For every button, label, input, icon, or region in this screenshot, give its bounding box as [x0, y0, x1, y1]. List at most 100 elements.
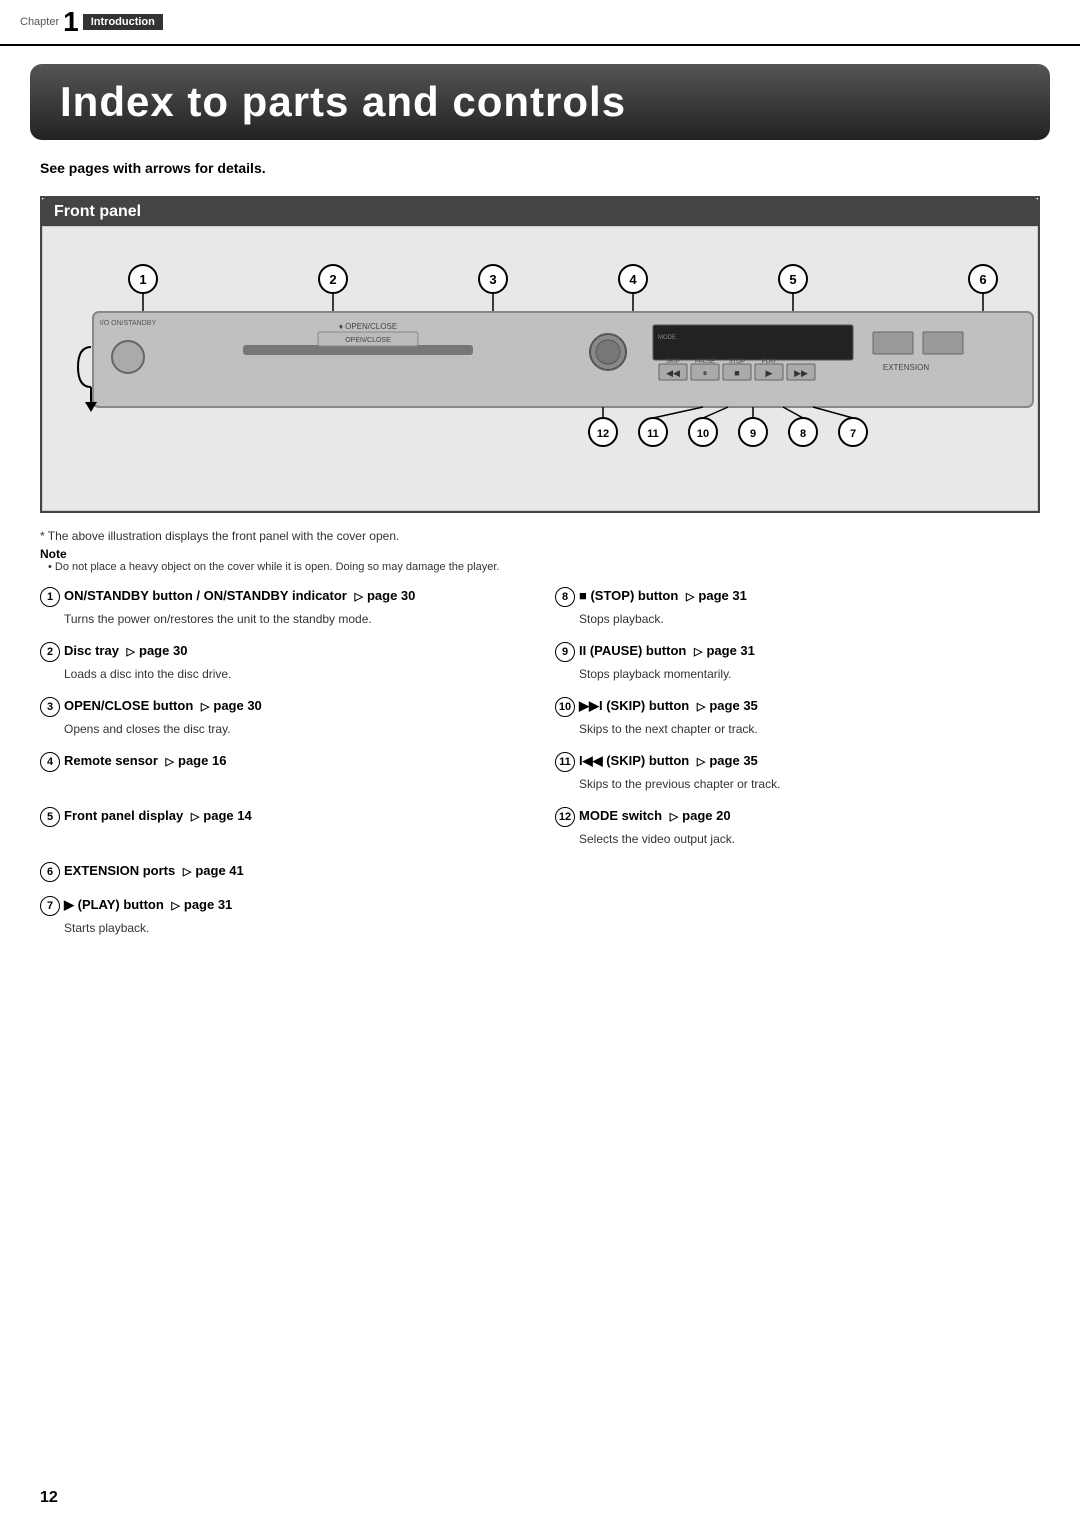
- item-title: 6 EXTENSION ports ▷ page 41: [40, 862, 525, 882]
- svg-text:PAUSE: PAUSE: [695, 359, 715, 365]
- item-title: 8■ (STOP) button ▷ page 31: [555, 587, 1040, 607]
- list-item: [555, 862, 1040, 882]
- svg-text:6: 6: [979, 272, 986, 287]
- item-label: I◀◀ (SKIP) button: [579, 753, 693, 769]
- svg-text:◀◀: ◀◀: [666, 368, 680, 378]
- svg-text:■: ■: [734, 368, 739, 378]
- page-arrow-icon: ▷: [166, 755, 174, 768]
- page-arrow-icon: ▷: [191, 810, 199, 823]
- list-item: 4 Remote sensor ▷ page 16: [40, 752, 525, 793]
- main-content: See pages with arrows for details. Front…: [0, 160, 1080, 951]
- item-label: ON/STANDBY button / ON/STANDBY indicator: [64, 588, 351, 603]
- item-number: 9: [555, 642, 575, 662]
- item-label: MODE switch: [579, 808, 666, 823]
- subtitle: See pages with arrows for details.: [40, 160, 1040, 176]
- page-arrow-icon: ▷: [201, 700, 209, 713]
- item-description: Loads a disc into the disc drive.: [64, 665, 525, 683]
- item-page-ref: page 30: [213, 698, 261, 713]
- item-page-ref: page 35: [709, 753, 757, 768]
- svg-text:10: 10: [697, 428, 709, 440]
- item-label: ▶ (PLAY) button: [64, 897, 167, 913]
- item-title: 4 Remote sensor ▷ page 16: [40, 752, 525, 772]
- item-number: 2: [40, 642, 60, 662]
- chapter-label: Chapter: [20, 16, 59, 28]
- item-number: 12: [555, 807, 575, 827]
- svg-text:▶▶: ▶▶: [794, 368, 808, 378]
- svg-text:PLAY: PLAY: [762, 359, 777, 365]
- page-number: 12: [40, 1489, 58, 1507]
- svg-text:I/O ON/STANDBY: I/O ON/STANDBY: [100, 320, 157, 327]
- intro-label: Introduction: [83, 14, 163, 30]
- item-label: Front panel display: [64, 808, 187, 823]
- item-description: Starts playback.: [64, 919, 525, 937]
- svg-text:EXTENSION: EXTENSION: [883, 363, 929, 372]
- item-page-ref: page 30: [139, 643, 187, 658]
- item-label: II (PAUSE) button: [579, 643, 690, 658]
- svg-text:STOP: STOP: [729, 359, 745, 365]
- item-number: 4: [40, 752, 60, 772]
- item-number: 5: [40, 807, 60, 827]
- item-page-ref: page 31: [706, 643, 754, 658]
- page-arrow-icon: ▷: [183, 865, 191, 878]
- svg-text:2: 2: [329, 272, 336, 287]
- page-arrow-icon: ▷: [355, 590, 363, 603]
- item-title: 5 Front panel display ▷ page 14: [40, 807, 525, 827]
- illustration-note: * The above illustration displays the fr…: [40, 529, 1040, 543]
- item-label: EXTENSION ports: [64, 863, 179, 878]
- page-arrow-icon: ▷: [686, 590, 694, 603]
- item-label: Disc tray: [64, 643, 123, 658]
- svg-text:⏸: ⏸: [703, 368, 708, 378]
- item-page-ref: page 14: [203, 808, 251, 823]
- item-number: 6: [40, 862, 60, 882]
- item-number: 1: [40, 587, 60, 607]
- item-page-ref: page 41: [195, 863, 243, 878]
- section-header: Front panel: [42, 198, 1038, 226]
- item-description: Selects the video output jack.: [579, 830, 1040, 848]
- item-title: 9II (PAUSE) button ▷ page 31: [555, 642, 1040, 662]
- svg-text:♦ OPEN/CLOSE: ♦ OPEN/CLOSE: [339, 322, 397, 331]
- item-title: 10▶▶I (SKIP) button ▷ page 35: [555, 697, 1040, 717]
- list-item: 6 EXTENSION ports ▷ page 41: [40, 862, 525, 882]
- item-title: 11I◀◀ (SKIP) button ▷ page 35: [555, 752, 1040, 772]
- list-item: 10▶▶I (SKIP) button ▷ page 35Skips to th…: [555, 697, 1040, 738]
- svg-text:5: 5: [789, 272, 796, 287]
- list-item: [555, 896, 1040, 937]
- item-number: 3: [40, 697, 60, 717]
- item-number: 7: [40, 896, 60, 916]
- item-label: OPEN/CLOSE button: [64, 698, 197, 713]
- chapter-number: 1: [63, 8, 79, 36]
- svg-text:▶: ▶: [766, 368, 773, 378]
- svg-text:SKIP: SKIP: [666, 359, 680, 365]
- front-panel-section: Front panel 1 2 3 4 5: [40, 196, 1040, 513]
- device-illustration: 1 2 3 4 5 6: [42, 226, 1038, 511]
- item-page-ref: page 16: [178, 753, 226, 768]
- list-item: 1 ON/STANDBY button / ON/STANDBY indicato…: [40, 587, 525, 628]
- list-item: 3OPEN/CLOSE button ▷ page 30Opens and cl…: [40, 697, 525, 738]
- breadcrumb: Chapter 1 Introduction: [0, 0, 1080, 46]
- main-title-wrapper: Index to parts and controls: [30, 64, 1050, 140]
- list-item: 12MODE switch ▷ page 20Selects the video…: [555, 807, 1040, 848]
- page-arrow-icon: ▷: [697, 755, 705, 768]
- list-item: 8■ (STOP) button ▷ page 31 Stops playback…: [555, 587, 1040, 628]
- svg-text:8: 8: [800, 428, 806, 440]
- note-label: Note: [40, 547, 1040, 561]
- svg-text:4: 4: [629, 272, 637, 287]
- list-item: 5 Front panel display ▷ page 14: [40, 807, 525, 848]
- item-title: 12MODE switch ▷ page 20: [555, 807, 1040, 827]
- item-description: Stops playback momentarily.: [579, 665, 1040, 683]
- item-page-ref: page 31: [184, 897, 232, 912]
- list-item: 11I◀◀ (SKIP) button ▷ page 35Skips to th…: [555, 752, 1040, 793]
- item-page-ref: page 35: [709, 698, 757, 713]
- svg-text:9: 9: [750, 428, 756, 440]
- list-item: 9II (PAUSE) button ▷ page 31Stops playba…: [555, 642, 1040, 683]
- item-title: 3 OPEN/CLOSE button ▷ page 30: [40, 697, 525, 717]
- item-label: ▶▶I (SKIP) button: [579, 698, 693, 714]
- page-arrow-icon: ▷: [171, 899, 179, 912]
- list-item: 7▶ (PLAY) button ▷ page 31 Starts playbac…: [40, 896, 525, 937]
- page-arrow-icon: ▷: [127, 645, 135, 658]
- svg-text:3: 3: [489, 272, 496, 287]
- svg-text:7: 7: [850, 428, 856, 440]
- item-label: Remote sensor: [64, 753, 162, 768]
- item-page-ref: page 20: [682, 808, 730, 823]
- item-description: Stops playback.: [579, 610, 1040, 628]
